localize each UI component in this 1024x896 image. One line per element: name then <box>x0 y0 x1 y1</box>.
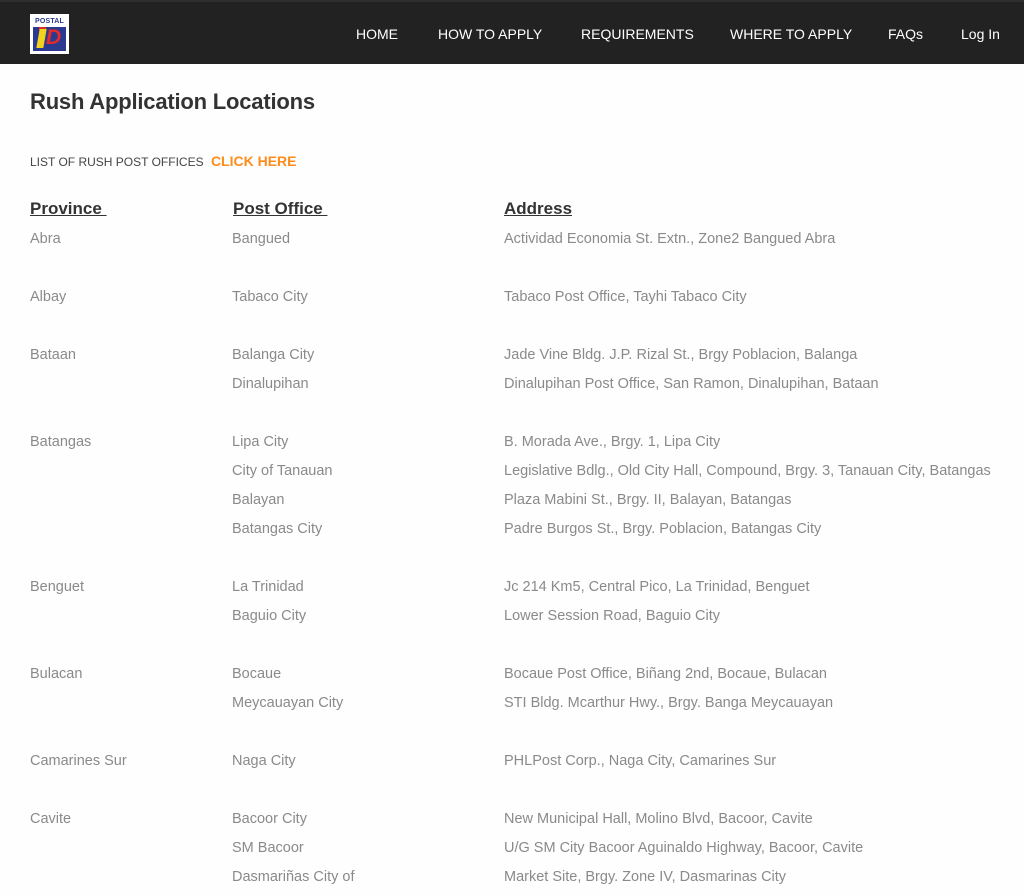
address-cell: B. Morada Ave., Brgy. 1, Lipa City <box>504 434 721 450</box>
location-row: Albay Tabaco City Tabaco Post Office, Tayh… <box>0 287 1024 316</box>
location-row: SM Bacoor U/G SM City Bacoor Aguinaldo Hi… <box>0 838 1024 867</box>
click-here-link[interactable]: CLICK HERE <box>211 153 297 169</box>
post-office-cell: City of Tanauan <box>232 463 333 479</box>
post-office-cell: Dasmariñas City of <box>232 869 355 885</box>
address-cell: New Municipal Hall, Molino Blvd, Bacoor,… <box>504 811 813 827</box>
location-row: Baguio City Lower Session Road, Baguio Ci… <box>0 606 1024 635</box>
post-office-cell: Bocaue <box>232 666 282 682</box>
column-header-post-office: Post Office <box>233 199 328 218</box>
location-row: Balayan Plaza Mabini St., Brgy. II, Balay… <box>0 490 1024 519</box>
address-cell: Dinalupihan Post Office, San Ramon, Dina… <box>504 376 879 392</box>
post-office-cell: La Trinidad <box>232 579 304 595</box>
address-cell: Padre Burgos St., Brgy. Poblacion, Batan… <box>504 521 822 537</box>
page-title: Rush Application Locations <box>30 89 315 114</box>
address-cell: Bocaue Post Office, Biñang 2nd, Bocaue, … <box>504 666 827 682</box>
nav-requirements[interactable]: REQUIREMENTS <box>581 26 694 42</box>
location-row: Cavite Bacoor City New Municipal Hall, Mol… <box>0 809 1024 838</box>
location-row: Bulacan Bocaue Bocaue Post Office, Biñang … <box>0 664 1024 693</box>
top-navbar: POSTAL D HOME HOW TO APPLY REQUIREMENTS … <box>0 0 1024 64</box>
location-row: Meycauayan City STI Bldg. Mcarthur Hwy., … <box>0 693 1024 722</box>
address-cell: Actividad Economia St. Extn., Zone2 Bang… <box>504 231 836 247</box>
location-row: Camarines Sur Naga City PHLPost Corp., Nag… <box>0 751 1024 780</box>
address-cell: Tabaco Post Office, Tayhi Tabaco City <box>504 289 747 305</box>
post-office-cell: Batangas City <box>232 521 323 537</box>
nav-how-to-apply[interactable]: HOW TO APPLY <box>438 26 542 42</box>
postal-id-logo[interactable]: POSTAL D <box>30 14 69 54</box>
location-row: Batangas Lipa City B. Morada Ave., Brgy. 1… <box>0 432 1024 461</box>
address-cell: Jade Vine Bldg. J.P. Rizal St., Brgy Pob… <box>504 347 858 363</box>
column-header-province: Province <box>30 199 107 218</box>
rush-list-row: LIST OF RUSH POST OFFICES CLICK HERE <box>30 153 297 169</box>
nav-log-in[interactable]: Log In <box>961 26 1000 42</box>
logo-d-letter: D <box>46 26 62 49</box>
post-office-cell: Baguio City <box>232 608 307 624</box>
province-cell: Benguet <box>30 579 85 595</box>
column-header-address: Address <box>504 199 573 218</box>
post-office-cell: Bacoor City <box>232 811 307 827</box>
logo-mark-icon: POSTAL D <box>33 17 66 51</box>
location-row: Benguet La Trinidad Jc 214 Km5, Central Pi… <box>0 577 1024 606</box>
province-cell: Batangas <box>30 434 92 450</box>
address-cell: U/G SM City Bacoor Aguinaldo Highway, Ba… <box>504 840 864 856</box>
address-cell: STI Bldg. Mcarthur Hwy., Brgy. Banga Mey… <box>504 695 834 711</box>
post-office-cell: SM Bacoor <box>232 840 304 856</box>
post-office-cell: Bangued <box>232 231 291 247</box>
nav-home[interactable]: HOME <box>356 26 398 42</box>
rush-list-label: LIST OF RUSH POST OFFICES <box>30 155 204 169</box>
nav-faqs[interactable]: FAQs <box>888 26 923 42</box>
post-office-cell: Naga City <box>232 753 296 769</box>
post-office-cell: Balayan <box>232 492 285 508</box>
province-cell: Camarines Sur <box>30 753 127 769</box>
province-cell: Albay <box>30 289 67 305</box>
province-cell: Cavite <box>30 811 72 827</box>
nav-where-to-apply[interactable]: WHERE TO APPLY <box>730 26 852 42</box>
address-cell: Plaza Mabini St., Brgy. II, Balayan, Bat… <box>504 492 792 508</box>
address-cell: Lower Session Road, Baguio City <box>504 608 721 624</box>
location-row: Dasmariñas City of Market Site, Brgy. Zon… <box>0 867 1024 896</box>
location-row: Bataan Balanga City Jade Vine Bldg. J.P. R… <box>0 345 1024 374</box>
location-row: Batangas City Padre Burgos St., Brgy. Pob… <box>0 519 1024 548</box>
address-cell: Legislative Bdlg., Old City Hall, Compou… <box>504 463 991 479</box>
location-row: Abra Bangued Actividad Economia St. Extn.,… <box>0 229 1024 258</box>
province-cell: Bataan <box>30 347 76 363</box>
post-office-cell: Tabaco City <box>232 289 308 305</box>
locations-table: Abra Bangued Actividad Economia St. Extn.,… <box>0 229 1024 896</box>
province-cell: Bulacan <box>30 666 83 682</box>
address-cell: PHLPost Corp., Naga City, Camarines Sur <box>504 753 777 769</box>
province-cell: Abra <box>30 231 61 247</box>
post-office-cell: Balanga City <box>232 347 315 363</box>
post-office-cell: Dinalupihan <box>232 376 309 392</box>
post-office-cell: Meycauayan City <box>232 695 344 711</box>
post-office-cell: Lipa City <box>232 434 289 450</box>
address-cell: Jc 214 Km5, Central Pico, La Trinidad, B… <box>504 579 810 595</box>
address-cell: Market Site, Brgy. Zone IV, Dasmarinas C… <box>504 869 787 885</box>
location-row: Dinalupihan Dinalupihan Post Office, San … <box>0 374 1024 403</box>
location-row: City of Tanauan Legislative Bdlg., Old Ci… <box>0 461 1024 490</box>
